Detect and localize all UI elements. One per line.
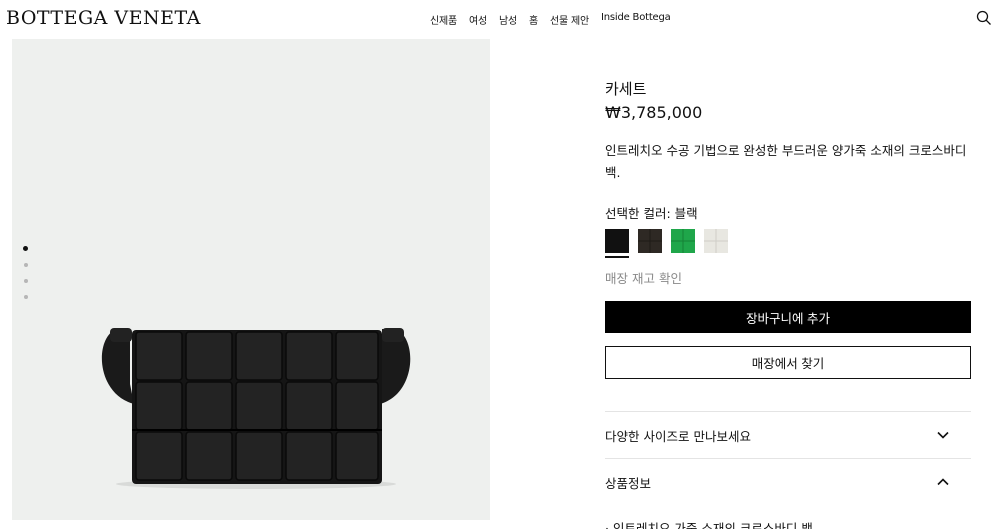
weave-pattern: [704, 229, 728, 253]
color-swatches: [605, 229, 728, 258]
product-info-bullet: · 인트레치오 가죽 소재의 크로스바디 백: [605, 521, 813, 529]
gallery-dot-4[interactable]: [23, 295, 28, 299]
accordion-sizes-label: 다양한 사이즈로 만나보세요: [605, 428, 751, 444]
gallery-dot-3[interactable]: [23, 279, 28, 283]
swatch-cream[interactable]: [704, 229, 728, 253]
nav-item-home[interactable]: 홈: [529, 12, 538, 27]
swatch-brown[interactable]: [638, 229, 662, 253]
product-gallery[interactable]: [12, 39, 490, 520]
weave-pattern: [638, 229, 662, 253]
main-nav: 신제품 여성 남성 홈 선물 제안 Inside Bottega: [430, 12, 683, 27]
swatch-black[interactable]: [605, 229, 629, 258]
find-in-store-button[interactable]: 매장에서 찾기: [605, 346, 971, 379]
swatch-green[interactable]: [671, 229, 695, 253]
accordion-product-info[interactable]: 상품정보: [605, 459, 971, 505]
brand-logo[interactable]: BOTTEGA VENETA: [6, 7, 201, 29]
nav-item-women[interactable]: 여성: [469, 12, 487, 27]
gallery-pagination: [23, 246, 28, 299]
product-description: 인트레치오 수공 기법으로 완성한 부드러운 양가죽 소재의 크로스바디 백.: [605, 143, 967, 180]
gallery-dot-1[interactable]: [23, 246, 28, 251]
weave-pattern: [671, 229, 695, 253]
site-header: BOTTEGA VENETA 신제품 여성 남성 홈 선물 제안 Inside …: [0, 0, 1000, 36]
nav-item-inside-bottega[interactable]: Inside Bottega: [601, 12, 671, 27]
accordion-product-info-label: 상품정보: [605, 475, 652, 491]
chevron-up-icon[interactable]: [935, 474, 951, 490]
chevron-down-icon[interactable]: [935, 427, 951, 443]
nav-item-gifts[interactable]: 선물 제안: [550, 12, 589, 27]
search-icon[interactable]: [976, 10, 992, 26]
product-image: [101, 328, 411, 489]
add-to-cart-button[interactable]: 장바구니에 추가: [605, 301, 971, 333]
product-title: 카세트: [605, 80, 647, 98]
check-store-stock-link[interactable]: 매장 재고 확인: [605, 268, 682, 287]
nav-item-new[interactable]: 신제품: [430, 12, 457, 27]
accordion-sizes[interactable]: 다양한 사이즈로 만나보세요: [605, 412, 971, 458]
selected-color-label: 선택한 컬러: 블랙: [605, 206, 698, 221]
gallery-dot-2[interactable]: [23, 263, 28, 267]
product-price: ₩3,785,000: [605, 103, 703, 122]
nav-item-men[interactable]: 남성: [499, 12, 517, 27]
